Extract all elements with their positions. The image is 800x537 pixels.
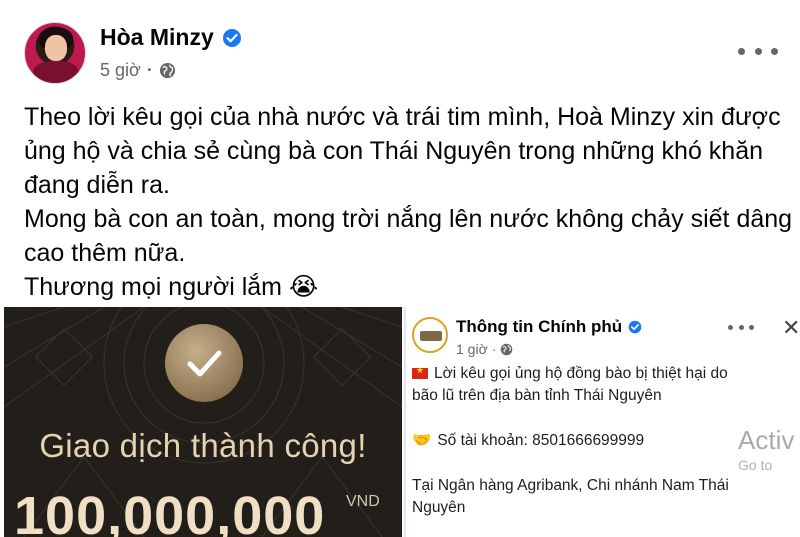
government-avatar: [412, 317, 448, 353]
post-text-line: Thương mọi người lắm 😭: [24, 273, 319, 301]
post-text-line: cao thêm nữa.: [24, 239, 186, 267]
shared-bank-line-2: Nguyên: [412, 499, 466, 516]
facebook-post: Hòa Minzy 5 giờ · Theo lời kêu gọi của n…: [0, 0, 800, 537]
shared-line-1: Lời kêu gọi ủng hộ đồng bào bị thiệt hại…: [434, 365, 728, 382]
globe-icon[interactable]: [159, 62, 176, 79]
avatar-body: [33, 61, 79, 83]
transaction-amount: 100,000,000: [14, 486, 326, 537]
more-dot: [738, 325, 744, 330]
checkmark-icon: [165, 324, 243, 402]
more-dot: [749, 325, 754, 330]
shared-author-row: Thông tin Chính phủ: [456, 317, 642, 337]
activation-watermark: Activ: [738, 425, 795, 455]
post-text-line: Mong bà con an toàn, mong trời nắng lên …: [24, 205, 793, 233]
more-dot: [754, 47, 762, 55]
more-dot: [728, 325, 733, 330]
transaction-image[interactable]: Giao dịch thành công! 100,000,000 VND: [4, 307, 402, 537]
post-meta: 5 giờ ·: [100, 60, 176, 81]
globe-icon: [501, 343, 513, 355]
handshake-icon: 🤝: [412, 432, 432, 449]
shared-post-meta: 1 giờ ·: [456, 341, 513, 357]
post-text-line: ủng hộ và chia sẻ cùng bà con Thái Nguyê…: [24, 137, 764, 165]
author-name[interactable]: Hòa Minzy: [100, 24, 214, 51]
shared-account-line: 🤝 Số tài khoản: 8501666699999: [412, 431, 644, 450]
more-options-icon[interactable]: [738, 38, 778, 64]
activation-watermark-sub: Go to: [738, 457, 773, 473]
shared-post-time: 1 giờ: [456, 341, 488, 357]
post-text: Theo lời kêu gọi của nhà nước và trái ti…: [24, 100, 793, 304]
verified-badge-icon: [628, 320, 642, 334]
transaction-currency: VND: [346, 493, 380, 510]
vietnam-flag-icon: [412, 365, 428, 379]
author-avatar[interactable]: [24, 22, 86, 84]
government-logo: [420, 331, 442, 341]
close-icon: ✕: [782, 315, 800, 340]
meta-separator: ·: [146, 60, 153, 80]
transaction-status: Giao dịch thành công!: [39, 427, 367, 464]
shared-bank-line-1: Tại Ngân hàng Agribank, Chi nhánh Nam Th…: [412, 477, 729, 494]
shared-post-image[interactable]: Thông tin Chính phủ 1 giờ · ✕ Lời kêu gọ…: [404, 307, 800, 537]
more-dot: [771, 47, 778, 55]
more-options-icon: [728, 325, 754, 330]
post-text-line: đang diễn ra.: [24, 171, 170, 199]
more-dot: [738, 47, 745, 55]
post-time[interactable]: 5 giờ: [100, 60, 141, 81]
verified-badge-icon: [222, 28, 241, 47]
shared-author-name: Thông tin Chính phủ: [456, 317, 623, 336]
shared-line-2: bão lũ trên địa bàn tỉnh Thái Nguyên: [412, 387, 662, 404]
post-text-line: Theo lời kêu gọi của nhà nước và trái ti…: [24, 103, 781, 131]
shared-text-line: Lời kêu gọi ủng hộ đồng bào bị thiệt hại…: [412, 365, 728, 383]
account-number: Số tài khoản: 8501666699999: [437, 432, 645, 449]
meta-separator: ·: [491, 341, 497, 357]
author-row: Hòa Minzy: [100, 24, 242, 51]
checkmark-glyph: [187, 350, 222, 377]
avatar-face: [45, 35, 67, 61]
